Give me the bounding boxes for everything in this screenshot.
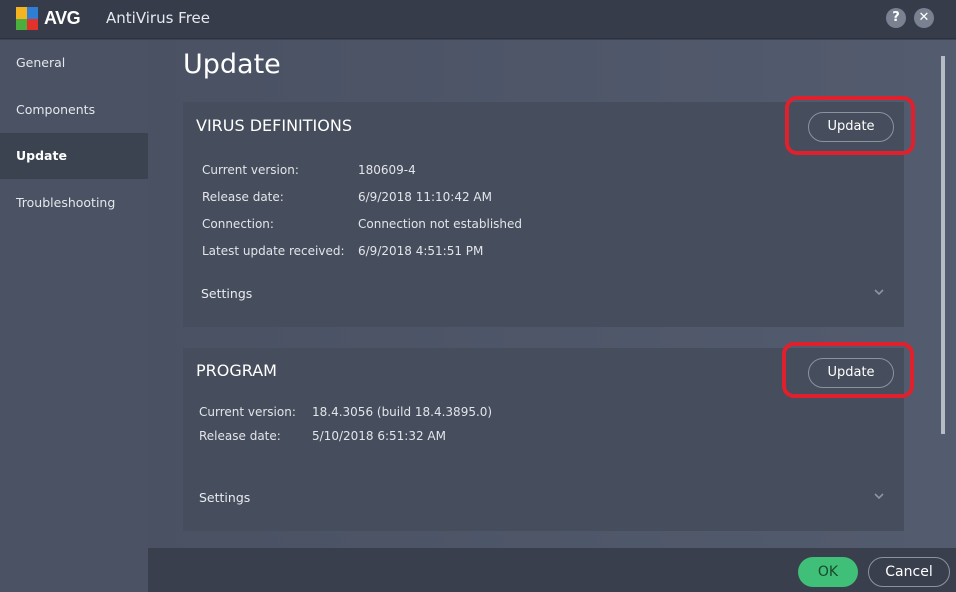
chevron-down-icon <box>874 289 884 296</box>
close-icon: ✕ <box>918 10 930 25</box>
help-icon: ? <box>892 10 900 25</box>
sidebar-item-general[interactable]: General <box>0 40 148 86</box>
vd-settings-expander[interactable]: Settings <box>183 279 904 309</box>
vd-release-date-label: Release date: <box>202 190 284 204</box>
vd-settings-label: Settings <box>201 286 253 301</box>
content-scrollbar[interactable] <box>941 56 945 434</box>
main-content: Update VIRUS DEFINITIONS Update Current … <box>148 40 956 548</box>
vd-connection-label: Connection: <box>202 217 274 231</box>
update-program-button[interactable]: Update <box>808 358 894 388</box>
vd-current-version-value: 180609-4 <box>358 163 416 177</box>
footer-bar: OK Cancel <box>148 548 956 592</box>
virus-definitions-title: VIRUS DEFINITIONS <box>196 116 352 135</box>
virus-definitions-panel: VIRUS DEFINITIONS Update Current version… <box>183 102 904 327</box>
sidebar-item-components[interactable]: Components <box>0 87 148 133</box>
ok-button[interactable]: OK <box>798 557 858 587</box>
vd-latest-update-value: 6/9/2018 4:51:51 PM <box>358 244 484 258</box>
vd-latest-update-label: Latest update received: <box>202 244 345 258</box>
sidebar: General Components Update Troubleshootin… <box>0 40 148 592</box>
app-title: AntiVirus Free <box>106 9 211 27</box>
update-virus-definitions-button[interactable]: Update <box>808 112 894 142</box>
program-title: PROGRAM <box>196 361 277 380</box>
sidebar-item-update[interactable]: Update <box>0 133 148 179</box>
close-button[interactable]: ✕ <box>914 8 934 28</box>
vd-connection-value: Connection not established <box>358 217 523 231</box>
pg-release-date-label: Release date: <box>199 429 281 443</box>
sidebar-item-troubleshooting[interactable]: Troubleshooting <box>0 180 148 226</box>
pg-settings-expander[interactable]: Settings <box>183 483 904 513</box>
title-bar: AVG AntiVirus Free ? ✕ <box>0 0 956 39</box>
pg-current-version-label: Current version: <box>199 405 296 419</box>
chevron-down-icon <box>874 493 884 500</box>
brand-name: AVG <box>44 8 81 28</box>
cancel-button[interactable]: Cancel <box>868 557 950 587</box>
pg-release-date-value: 5/10/2018 6:51:32 AM <box>312 429 446 443</box>
vd-current-version-label: Current version: <box>202 163 299 177</box>
pg-current-version-value: 18.4.3056 (build 18.4.3895.0) <box>312 405 493 419</box>
program-panel: PROGRAM Update Current version: 18.4.305… <box>183 348 904 531</box>
page-title: Update <box>183 49 281 80</box>
vd-release-date-value: 6/9/2018 11:10:42 AM <box>358 190 492 204</box>
avg-logo-icon <box>16 7 38 30</box>
help-button[interactable]: ? <box>886 8 906 28</box>
pg-settings-label: Settings <box>199 490 251 505</box>
